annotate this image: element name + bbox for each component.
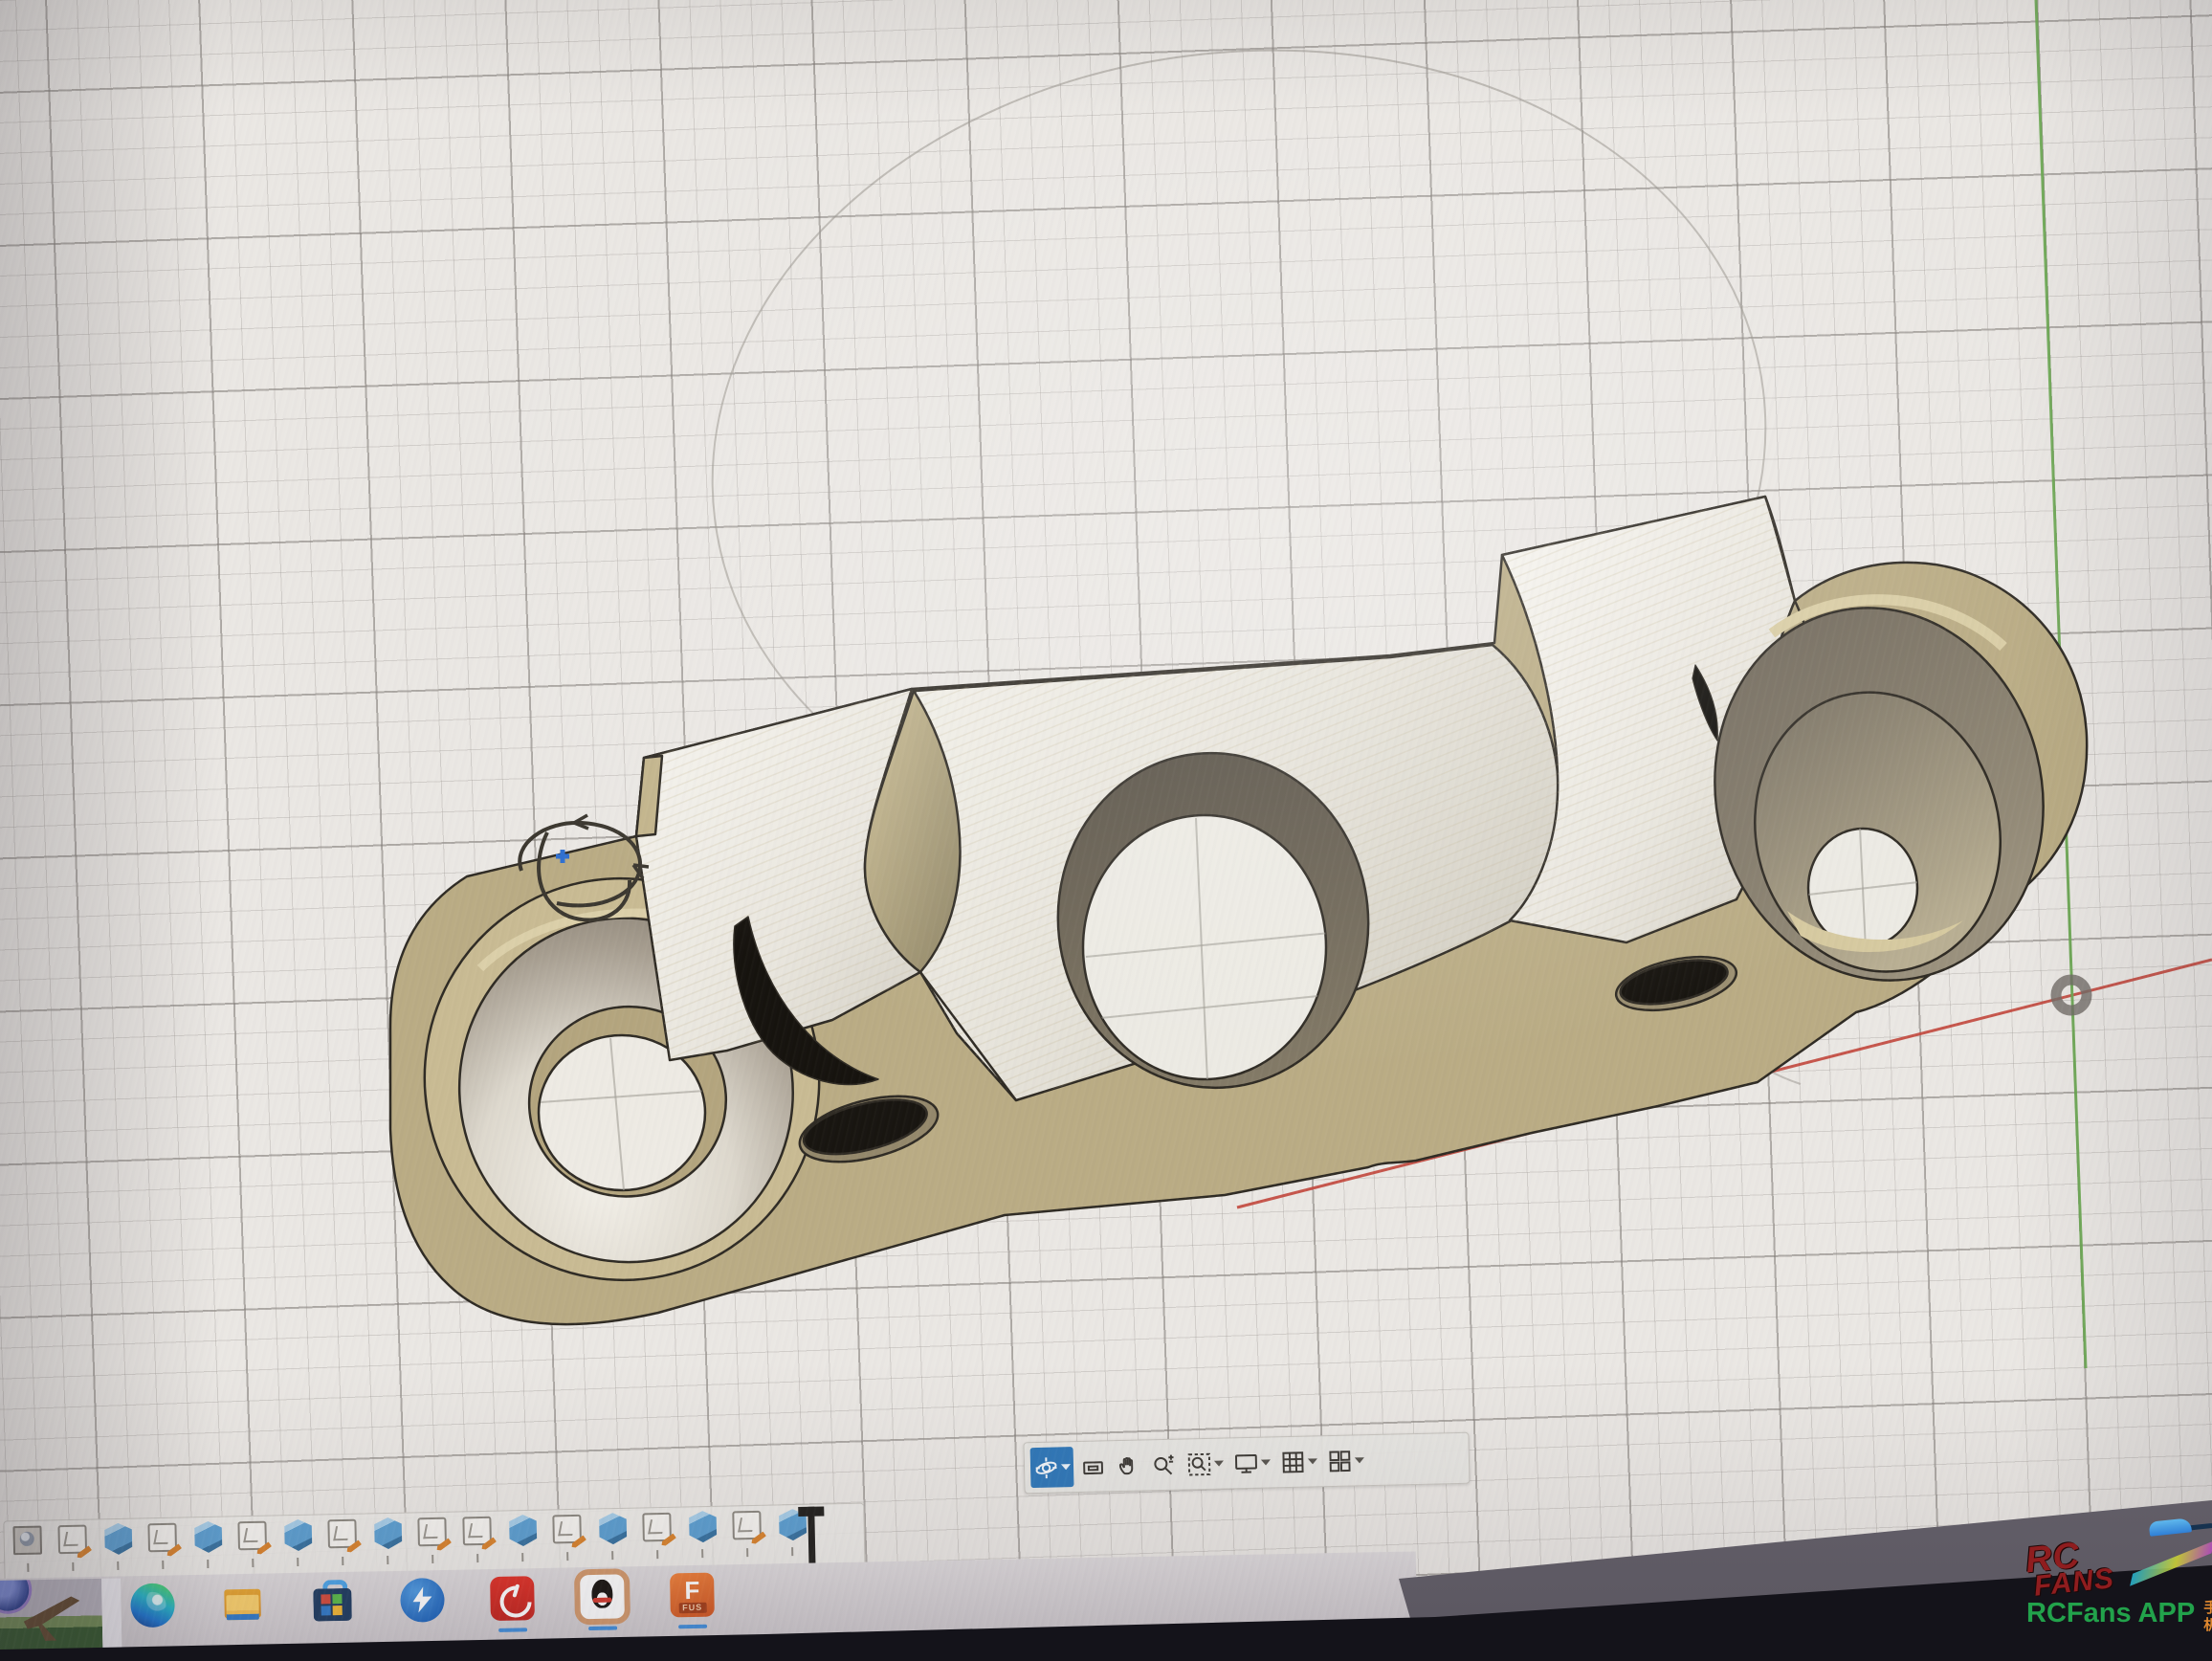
extrude-icon [191,1521,225,1555]
nav-tool-viewports[interactable] [1324,1440,1368,1481]
taskbar-app-microsoft-edge[interactable] [130,1583,175,1628]
chevron-down-icon[interactable] [1214,1461,1224,1467]
sketch-icon [462,1517,492,1546]
center-through-hole[interactable] [1083,815,1326,1079]
timeline-tick [27,1563,29,1572]
timeline-tick [746,1548,748,1557]
timeline-tick [791,1547,793,1556]
taskbar-app-file-explorer[interactable] [220,1582,265,1627]
nav-tool-look-at[interactable] [1077,1446,1110,1487]
taskbar-app-netease-cloud-music[interactable] [490,1576,535,1621]
timeline-tick [701,1549,703,1558]
timeline-feature-sketch-15[interactable] [641,1512,675,1545]
extrude-icon [686,1511,719,1544]
chevron-down-icon[interactable] [1261,1459,1271,1465]
taskbar-app-blue-lightning-app[interactable] [400,1578,445,1623]
timeline-tick [476,1554,478,1562]
sketch-icon [642,1513,672,1542]
timeline-tick [611,1551,613,1560]
timeline-feature-sketch-4[interactable] [146,1522,180,1556]
timeline-tick [72,1562,74,1571]
timeline-tick [521,1553,523,1561]
timeline-tick [656,1550,658,1559]
sketch-icon [327,1519,357,1549]
timeline-feature-extrude-14[interactable] [596,1513,630,1546]
nav-tool-fit[interactable] [1183,1443,1228,1484]
taskbar-app-fusion-360[interactable]: FFUS [670,1573,715,1618]
timeline-tick [431,1555,433,1563]
timeline-feature-extrude-3[interactable] [101,1523,135,1557]
timeline-playhead[interactable] [807,1507,815,1564]
origin-icon [12,1526,42,1556]
timeline-tick [252,1559,254,1567]
timeline-feature-extrude-16[interactable] [686,1511,719,1544]
timeline-feature-sketch-10[interactable] [416,1517,450,1550]
timeline-feature-origin-1[interactable] [11,1525,45,1559]
sketch-icon [732,1511,762,1540]
timeline-tick [566,1552,568,1561]
running-indicator [678,1625,707,1629]
chevron-down-icon[interactable] [1355,1457,1364,1463]
sketch-icon [417,1517,447,1547]
desktop-preview-thumbnail[interactable] [0,1578,122,1650]
running-indicator [588,1627,617,1631]
timeline-feature-sketch-2[interactable] [56,1524,90,1558]
timeline-feature-extrude-9[interactable] [371,1517,405,1551]
extrude-icon [281,1519,315,1553]
fusion-letter: F [684,1579,699,1602]
navigation-toolbar [1023,1432,1470,1495]
timeline-feature-sketch-17[interactable] [731,1510,764,1543]
timeline-feature-sketch-8[interactable] [326,1518,360,1552]
taskbar-app-qq[interactable] [580,1574,625,1619]
timeline-feature-extrude-5[interactable] [191,1521,225,1555]
extrude-icon [596,1513,630,1546]
sketch-icon [57,1525,87,1555]
sketch-icon [552,1515,582,1544]
extrude-icon [371,1517,405,1551]
timeline-tick [117,1561,119,1570]
extrude-icon [101,1523,135,1557]
timeline-feature-sketch-6[interactable] [236,1520,270,1554]
nav-tool-zoom[interactable] [1148,1445,1181,1486]
sketch-icon [147,1523,177,1553]
timeline-tick [387,1556,388,1564]
rcfans-logo: RC FANS [2024,1527,2212,1600]
nav-tool-pan[interactable] [1113,1445,1145,1486]
timeline-tick [297,1558,299,1566]
timeline-tick [342,1557,343,1565]
nav-tool-orbit[interactable] [1030,1447,1074,1488]
sketch-icon [237,1521,267,1551]
photographed-screen: FFUS RC FANS RCFans APP 手机 [0,0,2212,1661]
fusion-badge: FUS [678,1603,706,1614]
timeline-feature-extrude-12[interactable] [506,1515,540,1548]
taskbar-app-microsoft-store[interactable] [310,1580,355,1625]
watermark-app-label: RCFans APP [2026,1598,2195,1629]
extrude-icon [506,1515,540,1548]
model-body[interactable] [387,497,2087,1324]
nav-tool-display-settings[interactable] [1230,1442,1274,1483]
timeline-tick [207,1560,209,1568]
chevron-down-icon[interactable] [1308,1458,1317,1464]
chevron-down-icon[interactable] [1061,1464,1071,1470]
timeline-feature-extrude-7[interactable] [281,1519,315,1553]
timeline-feature-sketch-13[interactable] [551,1514,585,1547]
timeline-tick [162,1561,164,1569]
viewport-canvas[interactable] [0,0,2212,1661]
timeline-feature-sketch-11[interactable] [461,1516,495,1549]
running-indicator [498,1628,527,1632]
nav-tool-grid-and-snaps[interactable] [1277,1441,1321,1482]
rcfans-watermark: RC FANS RCFans APP 手机 [2026,1537,2212,1634]
watermark-cn-label: 手机 [2200,1600,2212,1634]
